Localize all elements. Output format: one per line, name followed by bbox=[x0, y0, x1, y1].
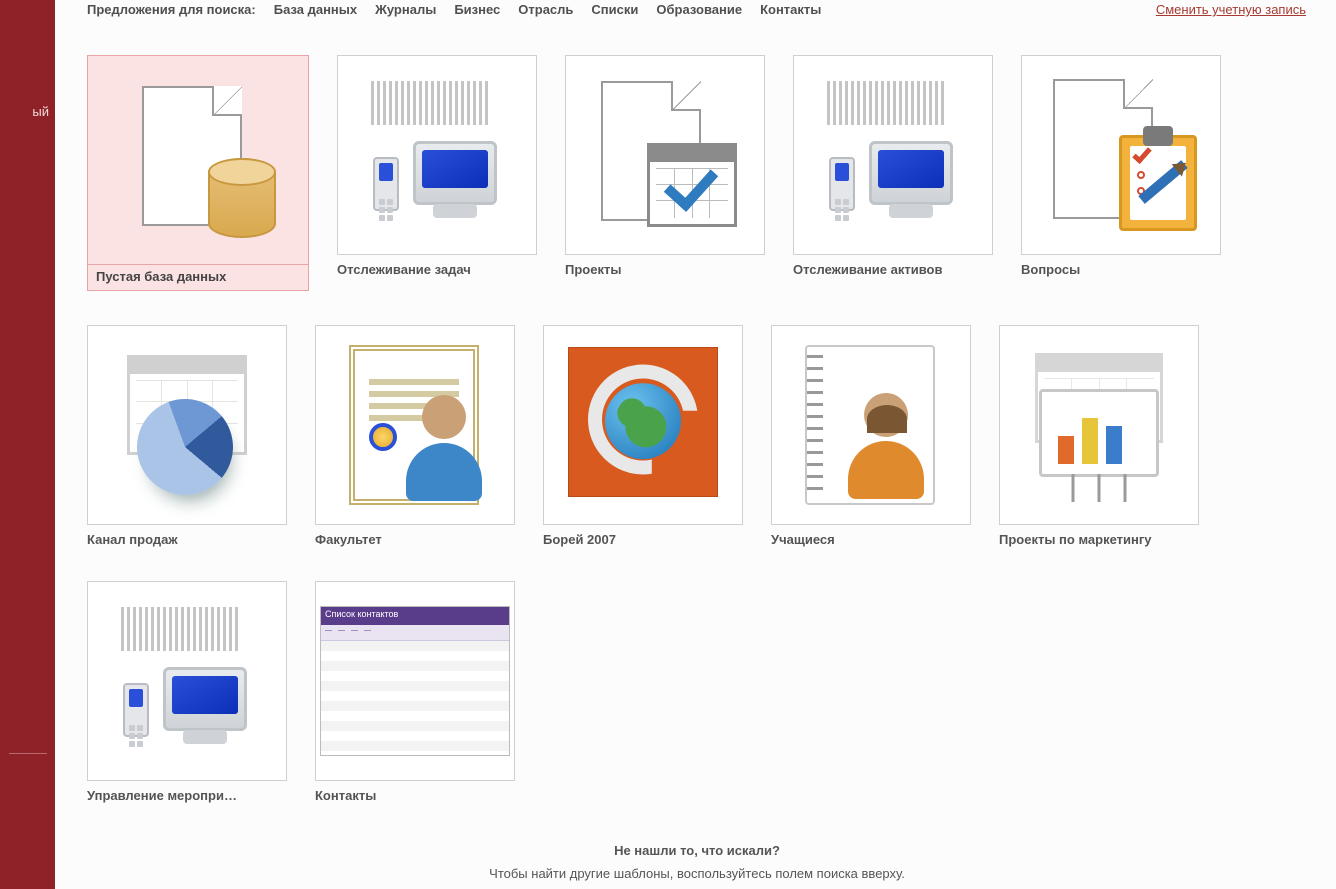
template-thumb bbox=[771, 325, 971, 525]
template-faculty[interactable]: Факультет bbox=[315, 325, 515, 547]
footer-question: Не нашли то, что искали? bbox=[87, 843, 1307, 858]
assets-icon bbox=[813, 75, 973, 235]
contacts-titlebar: Список контактов bbox=[321, 607, 509, 625]
template-label: Проекты по маркетингу bbox=[999, 532, 1199, 547]
template-label: Вопросы bbox=[1021, 262, 1221, 277]
template-asset-tracking[interactable]: Отслеживание активов bbox=[793, 55, 993, 291]
events-icon bbox=[107, 601, 267, 761]
students-icon bbox=[791, 345, 951, 505]
template-thumb bbox=[87, 325, 287, 525]
template-label: Контакты bbox=[315, 788, 515, 803]
faculty-icon bbox=[335, 345, 495, 505]
template-northwind-2007[interactable]: Борей 2007 bbox=[543, 325, 743, 547]
template-thumb bbox=[793, 55, 993, 255]
template-students[interactable]: Учащиеся bbox=[771, 325, 971, 547]
template-thumb bbox=[565, 55, 765, 255]
template-thumb bbox=[315, 325, 515, 525]
template-contacts[interactable]: Список контактов ———— Контакты bbox=[315, 581, 515, 803]
template-label: Пустая база данных bbox=[87, 265, 309, 291]
blank-database-icon bbox=[118, 80, 278, 240]
template-label: Управление меропри… bbox=[87, 788, 287, 803]
search-suggestions-bar: Предложения для поиска: База данных Журн… bbox=[87, 2, 1336, 17]
template-label: Факультет bbox=[315, 532, 515, 547]
template-label: Канал продаж bbox=[87, 532, 287, 547]
sidebar-divider bbox=[9, 753, 47, 754]
contacts-app-icon: Список контактов ———— bbox=[320, 606, 510, 756]
marketing-icon bbox=[1019, 345, 1179, 505]
switch-account-link[interactable]: Сменить учетную запись bbox=[1156, 2, 1306, 17]
suggestion-link[interactable]: Образование bbox=[656, 2, 742, 17]
sidebar-item-fragment[interactable]: ый bbox=[26, 100, 55, 123]
suggestion-link[interactable]: Контакты bbox=[760, 2, 821, 17]
template-blank-database[interactable]: Пустая база данных bbox=[87, 55, 309, 291]
suggestion-link[interactable]: База данных bbox=[274, 2, 357, 17]
template-thumb bbox=[87, 55, 309, 265]
template-marketing-projects[interactable]: Проекты по маркетингу bbox=[999, 325, 1199, 547]
template-thumb bbox=[337, 55, 537, 255]
template-event-management[interactable]: Управление меропри… bbox=[87, 581, 287, 803]
suggestion-link[interactable]: Журналы bbox=[375, 2, 436, 17]
template-thumb bbox=[543, 325, 743, 525]
tasks-icon bbox=[357, 75, 517, 235]
template-label: Отслеживание задач bbox=[337, 262, 537, 277]
footer-hint-text: Чтобы найти другие шаблоны, воспользуйте… bbox=[87, 866, 1307, 881]
northwind-icon bbox=[563, 345, 723, 505]
template-label: Проекты bbox=[565, 262, 765, 277]
template-thumb bbox=[87, 581, 287, 781]
search-prompt-label: Предложения для поиска: bbox=[87, 2, 256, 17]
template-issues[interactable]: Вопросы bbox=[1021, 55, 1221, 291]
backstage-sidebar: ый bbox=[0, 0, 55, 889]
template-projects[interactable]: Проекты bbox=[565, 55, 765, 291]
template-thumb: Список контактов ———— bbox=[315, 581, 515, 781]
template-thumb bbox=[999, 325, 1199, 525]
suggestion-link[interactable]: Отрасль bbox=[518, 2, 573, 17]
template-task-tracking[interactable]: Отслеживание задач bbox=[337, 55, 537, 291]
template-sales-pipeline[interactable]: Канал продаж bbox=[87, 325, 287, 547]
template-grid: Пустая база данных Отслеживание задач bbox=[87, 55, 1307, 803]
issues-icon bbox=[1041, 75, 1201, 235]
suggestion-link[interactable]: Бизнес bbox=[454, 2, 500, 17]
template-thumb bbox=[1021, 55, 1221, 255]
footer-hint: Не нашли то, что искали? Чтобы найти дру… bbox=[87, 843, 1307, 881]
projects-icon bbox=[585, 75, 745, 235]
template-label: Учащиеся bbox=[771, 532, 971, 547]
suggestion-link[interactable]: Списки bbox=[591, 2, 638, 17]
template-label: Борей 2007 bbox=[543, 532, 743, 547]
sales-icon bbox=[107, 345, 267, 505]
main-pane: Сменить учетную запись Предложения для п… bbox=[55, 0, 1336, 889]
template-label: Отслеживание активов bbox=[793, 262, 993, 277]
